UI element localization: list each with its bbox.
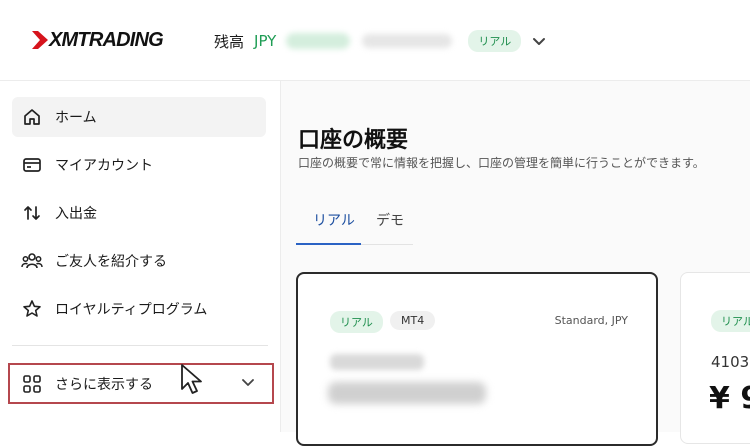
- sidebar-item-refer-friend[interactable]: ご友人を紹介する: [12, 241, 266, 281]
- platform-badge: MT4: [390, 311, 436, 330]
- show-more-label: さらに表示する: [55, 376, 153, 393]
- account-number-redacted: [330, 354, 424, 370]
- active-tab-indicator: [296, 243, 361, 245]
- account-type-badge: リアル: [468, 30, 522, 52]
- transfer-arrows-icon: [21, 202, 43, 224]
- logo-mark-icon: [32, 31, 48, 49]
- home-icon: [21, 106, 43, 128]
- grid-icon: [21, 373, 43, 395]
- balance-label: 残高: [214, 32, 245, 51]
- mouse-cursor-icon: [181, 364, 202, 394]
- sidebar-item-label: 入出金: [55, 206, 97, 222]
- logo-text: XMTRADING: [49, 28, 164, 51]
- sidebar-divider: [12, 345, 268, 346]
- tab-divider: [361, 244, 413, 245]
- sidebar-item-label: ホーム: [55, 110, 97, 126]
- balance-display: 残高 JPY リアル: [214, 30, 522, 52]
- card-icon: [21, 154, 43, 176]
- account-type-badge: リアル: [330, 311, 383, 333]
- page-subtitle: 口座の概要で常に情報を把握し、口座の管理を簡単に行うことができます。: [298, 156, 705, 170]
- chevron-down-icon[interactable]: [530, 32, 548, 50]
- sidebar-item-my-account[interactable]: マイアカウント: [12, 145, 266, 185]
- account-balance-redacted: [328, 382, 486, 404]
- sidebar-item-home[interactable]: ホーム: [12, 97, 266, 137]
- people-icon: [21, 250, 43, 272]
- account-card[interactable]: リアル 4103 ¥ 9: [680, 272, 750, 444]
- tab-demo[interactable]: デモ: [376, 210, 404, 230]
- balance-currency: JPY: [254, 32, 277, 50]
- balance-detail-redacted: [362, 34, 453, 48]
- sidebar-item-loyalty[interactable]: ロイヤルティプログラム: [12, 289, 266, 329]
- sidebar-item-label: ご友人を紹介する: [55, 254, 167, 270]
- account-number: 4103: [711, 353, 750, 371]
- balance-amount-redacted: [286, 33, 351, 49]
- sidebar-item-label: ロイヤルティプログラム: [55, 302, 208, 318]
- star-icon: [21, 298, 43, 320]
- sidebar-item-label: マイアカウント: [55, 158, 153, 174]
- account-type-badge: リアル: [711, 310, 750, 332]
- sidebar: ホーム マイアカウント 入出金 ご友人を紹介する ロイヤルティプログラム さらに…: [0, 81, 281, 432]
- sidebar-item-deposit-withdraw[interactable]: 入出金: [12, 193, 266, 233]
- chevron-down-icon: [242, 379, 254, 386]
- xm-logo[interactable]: XMTRADING: [32, 28, 164, 52]
- top-header: XMTRADING 残高 JPY リアル: [0, 0, 750, 81]
- account-card[interactable]: リアル MT4 Standard, JPY: [296, 272, 658, 446]
- show-more-button[interactable]: さらに表示する: [8, 363, 274, 404]
- account-balance: ¥ 9: [709, 381, 750, 416]
- tab-real[interactable]: リアル: [313, 210, 355, 230]
- account-type-label: Standard, JPY: [554, 314, 628, 327]
- page-title: 口座の概要: [298, 128, 409, 153]
